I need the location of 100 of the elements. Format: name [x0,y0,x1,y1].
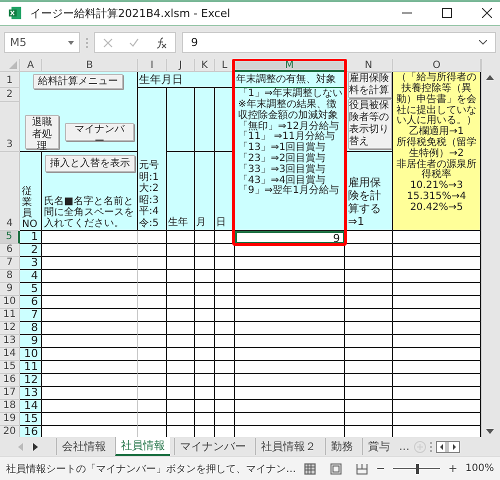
table-cell [167,374,195,388]
table-cell [167,335,195,348]
row-header[interactable]: 10 [0,296,20,310]
row-header[interactable]: 8 [0,270,20,284]
window-title: イージー給料計算2021B4.xlsm - Excel [30,6,232,21]
table-cell [215,244,235,258]
row-header[interactable]: 16 [0,374,20,388]
sheet-tab[interactable]: 社員情報２ [255,438,321,456]
table-cell[interactable] [235,270,345,284]
year-end-code-text: 「無印」⇒12月分給与 [238,122,340,132]
column-header[interactable]: N [345,59,393,72]
table-cell[interactable] [235,387,345,400]
table-cell[interactable] [235,348,345,362]
table-cell[interactable] [235,322,345,336]
column-header[interactable]: J [167,59,195,72]
table-cell [215,296,235,310]
table-cell [167,296,195,310]
table-cell[interactable] [235,361,345,374]
page-break-icon[interactable] [356,462,368,475]
row-header[interactable]: 1 [0,72,20,88]
table-cell [167,322,195,336]
table-cell [195,88,215,152]
table-cell[interactable] [235,413,345,426]
table-cell [138,257,167,270]
sheet-tab[interactable]: マイナンバー [174,438,251,456]
salary-menu-button[interactable]: 給料計算メニュー [33,74,123,90]
more-sheets[interactable]: ... [399,440,410,454]
table-cell: 14 [20,400,42,414]
tax-code-text: 非居住者の源泉所得税率 [396,160,478,180]
row-header[interactable]: 17 [0,387,20,400]
table-cell [345,413,393,426]
table-cell [167,361,195,374]
name-box[interactable]: M5 [4,32,80,53]
maximize-icon[interactable] [442,8,452,18]
table-cell [167,309,195,322]
row-header[interactable]: 5 [0,231,20,244]
row-header[interactable]: 12 [0,322,20,336]
row-header[interactable]: 19 [0,413,20,426]
table-cell[interactable] [235,244,345,258]
table-cell [167,244,195,258]
zoom-slider-thumb[interactable] [416,464,419,474]
table-cell[interactable] [235,296,345,310]
row-header[interactable]: 4 [0,152,20,232]
row-header[interactable]: 2 [0,88,20,102]
formula-field[interactable]: 9 [182,32,496,53]
scroll-up-icon[interactable] [486,75,494,80]
sheet-button[interactable]: 役員被保険者等の表示切り替え [348,99,392,150]
horizontal-scroll-icon[interactable] [436,440,460,453]
row-header[interactable]: 14 [0,348,20,362]
table-cell[interactable] [235,283,345,296]
zoom-level[interactable]: 100% [465,463,494,474]
check-icon[interactable] [129,38,139,48]
page-layout-icon[interactable] [330,462,342,475]
normal-view-icon[interactable] [304,462,316,475]
column-header[interactable]: I [138,59,167,72]
year-end-code-text: 「9」⇒翌年1月分給与 [238,186,340,198]
table-cell[interactable]: 9 [235,231,345,244]
row-header[interactable]: 18 [0,400,20,414]
table-cell[interactable] [235,400,345,414]
table-cell [195,348,215,362]
column-header[interactable]: B [42,59,138,72]
expand-icon [479,40,487,45]
row-header[interactable]: 11 [0,309,20,322]
sheet-button[interactable]: 雇用保険料を計算 [348,72,392,98]
table-cell [138,244,167,258]
table-cell [215,348,235,362]
table-cell: 16 [20,426,42,438]
zoom-out-button[interactable]: − [376,462,386,476]
row-header[interactable]: 7 [0,257,20,270]
column-header[interactable]: A [20,59,42,72]
table-cell [345,374,393,388]
table-cell [345,387,393,400]
row-header[interactable]: 9 [0,283,20,296]
my-number-button[interactable]: マイナンバー [64,123,134,142]
retiree-button[interactable]: 退職者処理 [25,115,59,150]
sheet-tab[interactable]: 社員情報 [115,437,170,456]
table-cell[interactable] [235,335,345,348]
next-sheet-icon[interactable] [33,442,38,451]
sheet-tab[interactable]: 勤務 [325,438,358,456]
row-header[interactable]: 15 [0,361,20,374]
row-header[interactable]: 13 [0,335,20,348]
row-header[interactable]: 20 [0,426,20,438]
scroll-down-icon[interactable] [486,429,494,434]
table-cell [345,400,393,414]
function-icon[interactable] [155,36,167,48]
column-header[interactable]: O [393,59,481,72]
insert-swap-button[interactable]: 挿入と入替を表示 [45,155,135,172]
table-cell [195,413,215,426]
row-header[interactable]: 3 [0,102,20,152]
sheet-tab[interactable]: 賞与 [362,438,395,456]
row-header[interactable]: 6 [0,244,20,258]
table-cell[interactable] [235,374,345,388]
tax-code-text: 10.21%→3 [410,181,463,192]
table-cell [195,283,215,296]
column-header[interactable]: K [195,59,215,72]
table-cell[interactable] [235,257,345,270]
close-icon[interactable] [482,8,492,18]
table-cell[interactable] [235,309,345,322]
sheet-tab[interactable]: 会社情報 [56,438,111,456]
zoom-in-button[interactable]: + [448,462,458,476]
